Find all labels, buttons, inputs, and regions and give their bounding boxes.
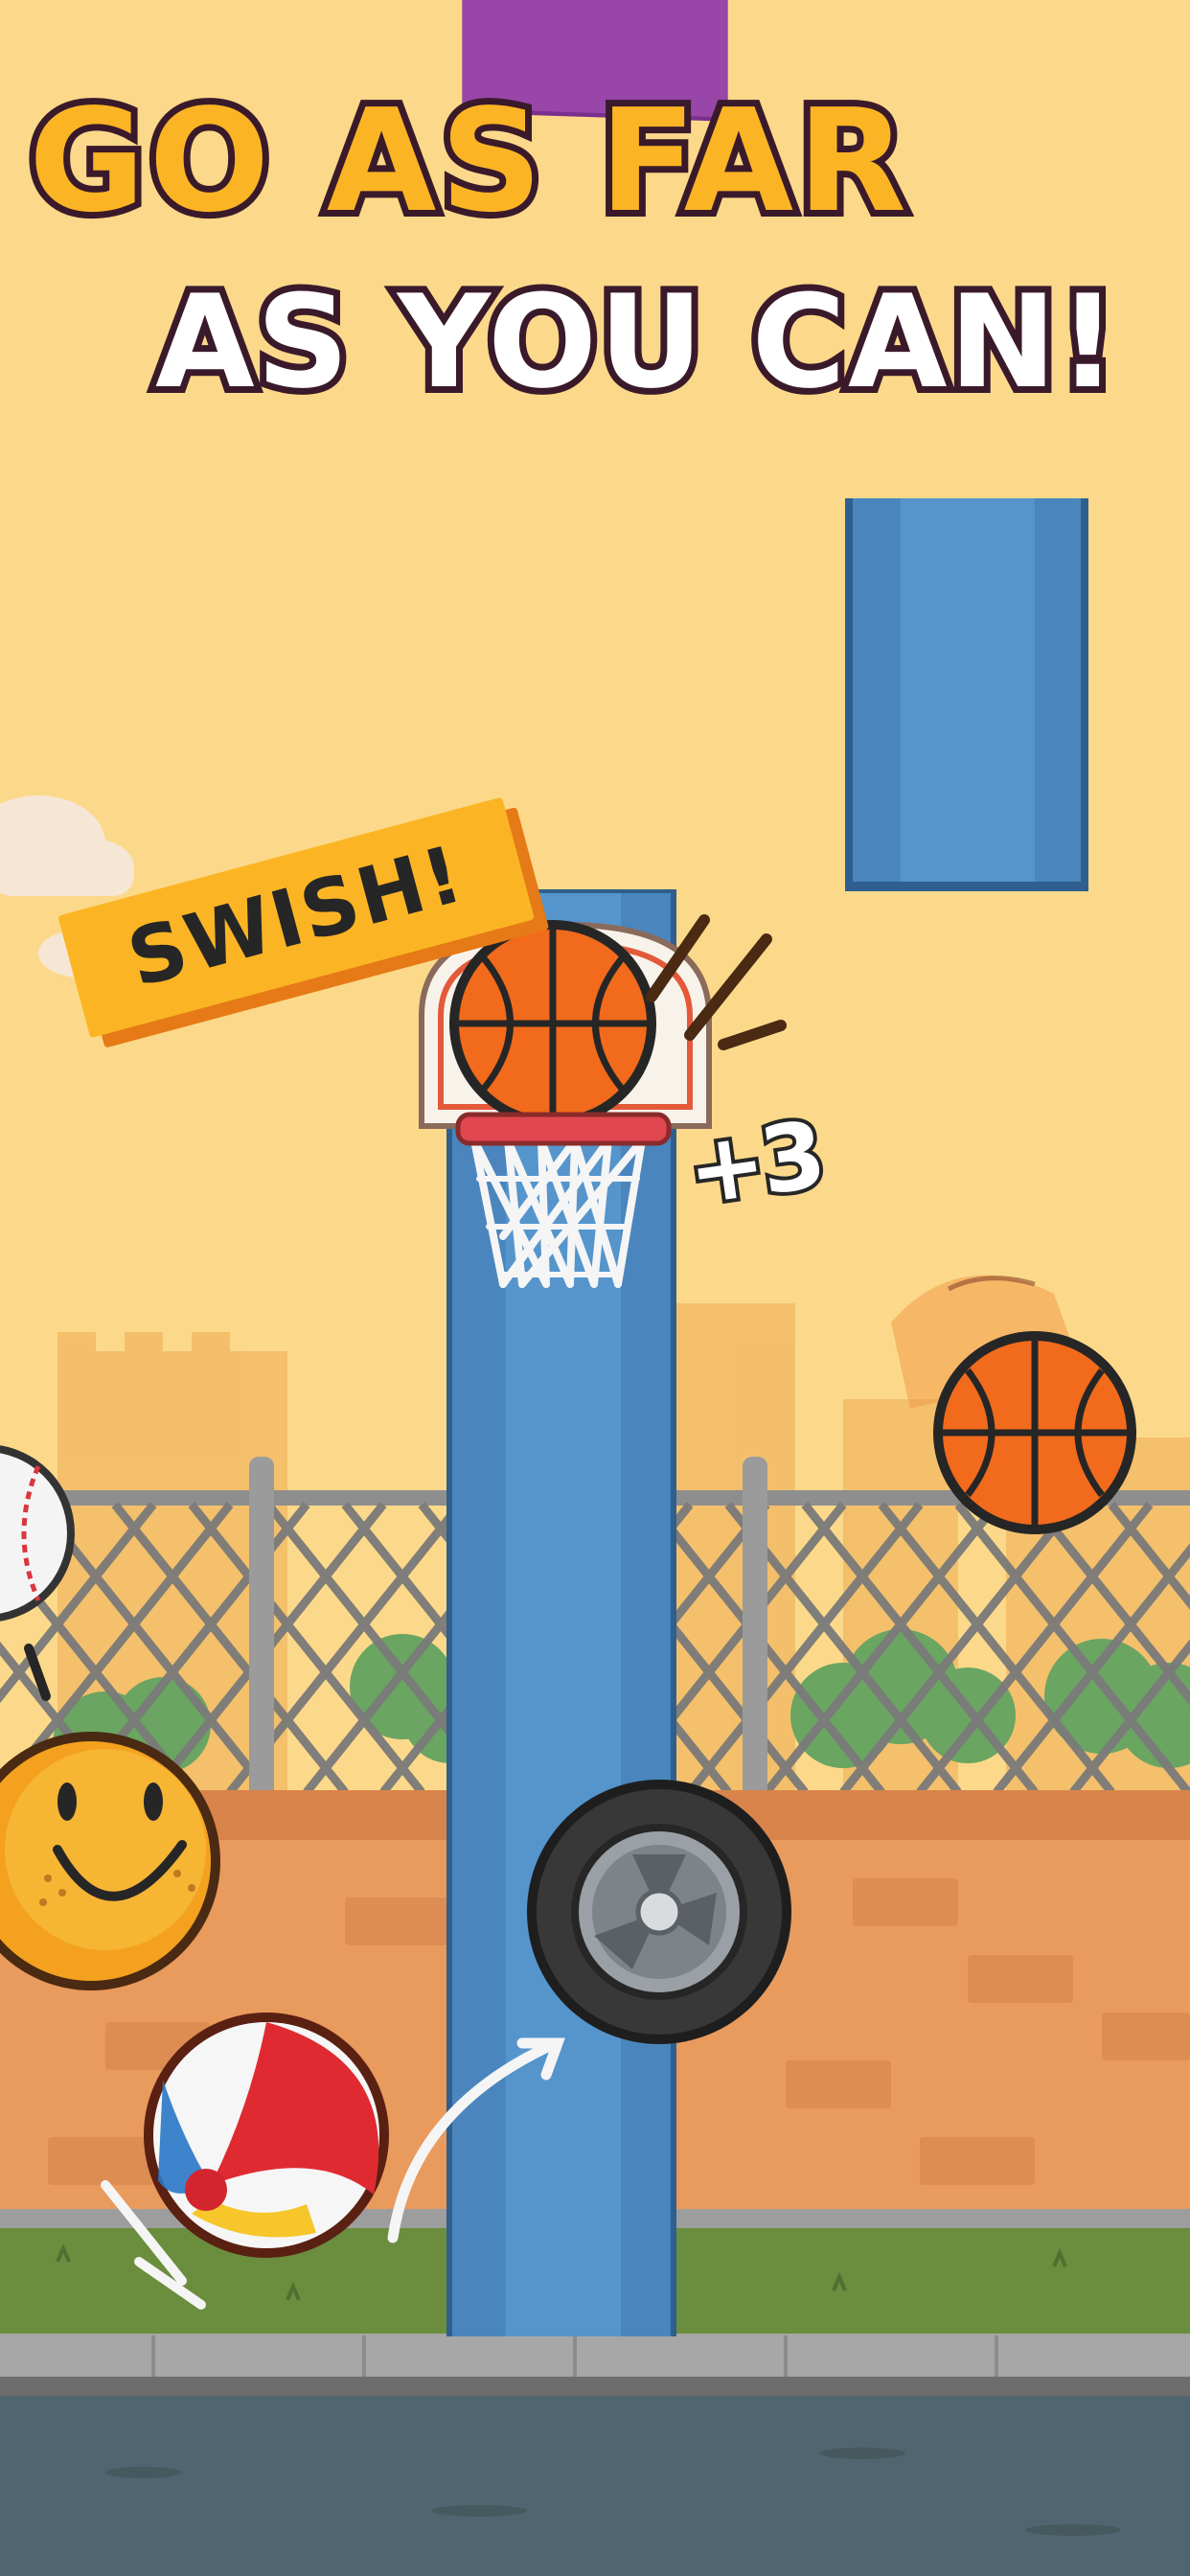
baseball <box>0 1445 75 1622</box>
score-popup: +3 <box>677 1097 832 1230</box>
basketball-flying <box>891 1275 1136 1534</box>
hoop-rim <box>455 1112 672 1146</box>
tire <box>527 1780 791 2044</box>
beach-ball <box>144 2012 389 2258</box>
baseball-motion-stroke <box>24 1644 51 1701</box>
basketball-in-hoop <box>449 920 656 1127</box>
banner-title-line-1: GO AS FAR <box>22 78 913 244</box>
smiley-ball <box>0 1732 220 1990</box>
impact-strokes <box>646 914 787 1050</box>
trajectory-arrow <box>387 2037 565 2243</box>
banner-title-line-2: AS YOU CAN! <box>149 264 1124 421</box>
